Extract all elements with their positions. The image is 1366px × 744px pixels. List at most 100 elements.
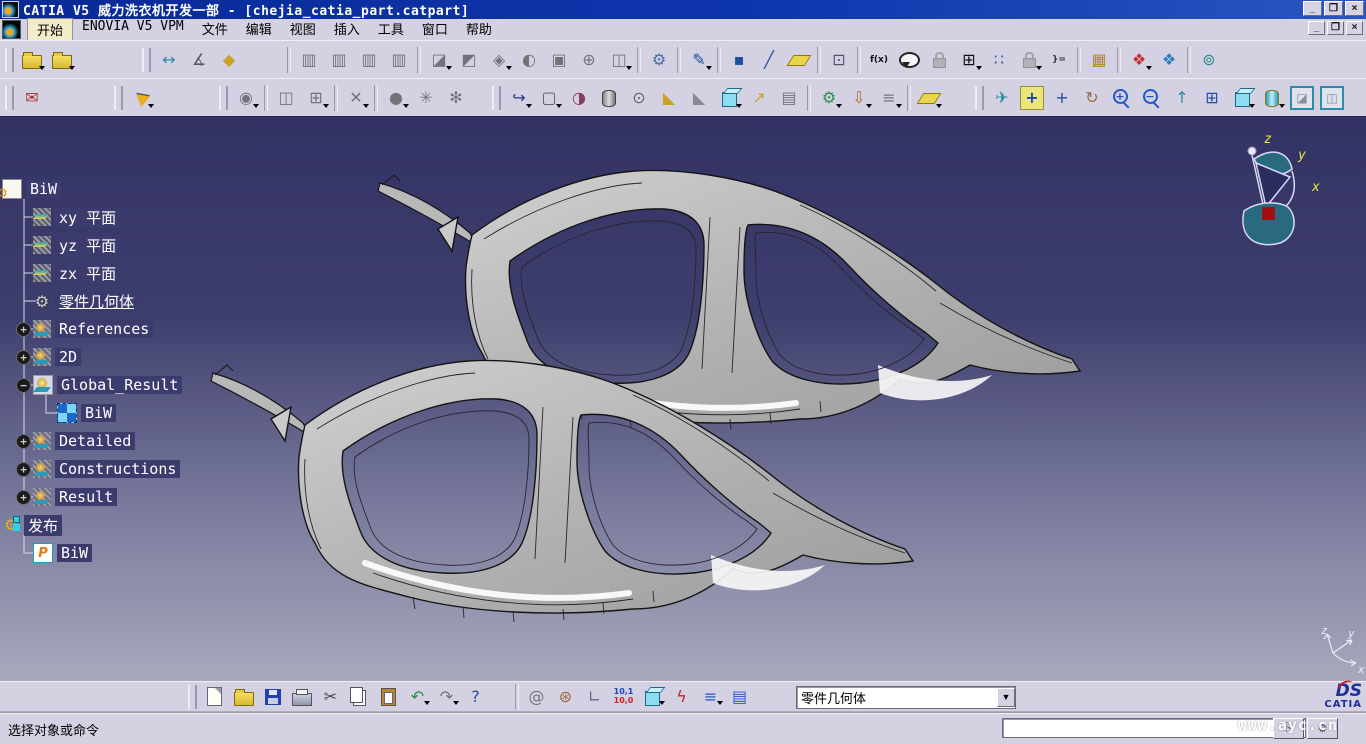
point-button[interactable]: ▪ [724, 45, 754, 75]
exit-workbench-button[interactable]: ↪ [504, 83, 534, 113]
tree-item-label[interactable]: Detailed [55, 432, 135, 450]
tree-item-biw[interactable]: BiW [0, 539, 250, 567]
send-to-ppr-button[interactable]: ✉ [17, 83, 47, 113]
dropdown-arrow-icon[interactable] [148, 104, 154, 111]
quad-view-button[interactable]: ⊞ [1197, 83, 1227, 113]
structure-list-button[interactable]: ≡ [696, 683, 725, 710]
expand-toggle[interactable]: + [16, 350, 31, 365]
fit-all-in-button[interactable]: + [1017, 83, 1047, 113]
dropdown-arrow-icon[interactable] [556, 104, 562, 111]
instantiate-button[interactable]: ⊚ [1194, 45, 1224, 75]
spray-visu-button[interactable]: ✳ [411, 83, 441, 113]
menu-item[interactable]: 编辑 [237, 18, 281, 41]
sketch-support-button[interactable]: ▢ [534, 83, 564, 113]
axis-system-button[interactable]: ∟ [580, 683, 609, 710]
pan-button[interactable]: + [1047, 83, 1077, 113]
expand-toggle[interactable]: + [16, 322, 31, 337]
measure-inertia-button[interactable]: ◆ [214, 45, 244, 75]
work-grid-button[interactable]: ⊞ [301, 83, 331, 113]
comment-button[interactable] [894, 45, 924, 75]
whats-this-help-button[interactable]: ? [461, 683, 490, 710]
dropdown-arrow-icon[interactable] [896, 104, 902, 111]
restore[interactable]: ❐ [1324, 1, 1343, 16]
open-catalog-button[interactable] [17, 45, 47, 75]
menu-item[interactable]: 窗口 [413, 18, 457, 41]
dropdown-arrow-icon[interactable] [736, 104, 742, 111]
dropdown-arrow-icon[interactable] [39, 66, 45, 73]
dropdown-arrow-icon[interactable] [866, 104, 872, 111]
spec-list-button[interactable]: ≡ [874, 83, 904, 113]
rotate-target-button[interactable]: ✕ [341, 83, 371, 113]
part-cube-button[interactable] [638, 683, 667, 710]
save-document-button[interactable] [258, 683, 287, 710]
tree-item-yz-平面[interactable]: yz 平面 [0, 231, 250, 259]
tree-item-label[interactable]: Result [55, 488, 117, 506]
normal-view-button[interactable]: ↑ [1167, 83, 1197, 113]
iso-view-button[interactable] [1227, 83, 1257, 113]
new-document-button[interactable] [200, 683, 229, 710]
toolbar-handle[interactable] [188, 685, 197, 709]
select-button[interactable] [126, 83, 156, 113]
zoom-out-button[interactable]: − [1137, 83, 1167, 113]
dropdown-arrow-icon[interactable] [1036, 66, 1042, 73]
toolbar-handle[interactable] [492, 86, 501, 110]
tree-item-label[interactable]: Global_Result [57, 376, 182, 394]
toolbar-handle[interactable] [5, 48, 14, 72]
part-wireframe-button[interactable]: ◑ [564, 83, 594, 113]
dropdown-arrow-icon[interactable] [936, 104, 942, 111]
import-export-button[interactable]: ⇩ [844, 83, 874, 113]
tree-item-constructions[interactable]: +Constructions [0, 455, 250, 483]
menu-item[interactable]: 文件 [193, 18, 237, 41]
fly-mode-button[interactable]: ✈ [987, 83, 1017, 113]
stacked-surfaces-button[interactable] [914, 83, 944, 113]
snap-coordinates-button[interactable]: 10,1 10,0 [609, 683, 638, 710]
surface-box-button[interactable]: ◫ [604, 45, 634, 75]
tree-item-biw[interactable]: BiW [0, 399, 250, 427]
visible-space-button[interactable]: ◫ [1317, 83, 1347, 113]
3d-viewport[interactable]: z y x z y x BiWxy 平面yz 平面zx 平面零件几何体+Refe… [0, 116, 1366, 682]
plane-button[interactable] [784, 45, 814, 75]
toolbar-handle[interactable] [142, 48, 151, 72]
dropdown-arrow-icon[interactable] [253, 104, 259, 111]
expand-toggle[interactable]: + [16, 462, 31, 477]
dropdown-arrow-icon[interactable] [1146, 66, 1152, 73]
surface-gray-button[interactable]: ◣ [684, 83, 714, 113]
undo-button[interactable]: ↶ [403, 683, 432, 710]
tree-item-label[interactable]: BiW [81, 404, 116, 422]
dropdown-arrow-icon[interactable] [323, 104, 329, 111]
catalog-edit-3-button[interactable]: ▥ [354, 45, 384, 75]
iso-box-button[interactable] [714, 83, 744, 113]
dropdown-arrow-icon[interactable] [717, 701, 723, 708]
surface-circular-button[interactable]: ⊕ [574, 45, 604, 75]
rotate-3d-button[interactable]: ↻ [1077, 83, 1107, 113]
tree-item-label[interactable]: 零件几何体 [55, 291, 138, 312]
tree-item-zx-平面[interactable]: zx 平面 [0, 259, 250, 287]
mdi-close[interactable]: × [1346, 21, 1363, 35]
dropdown-arrow-icon[interactable] [526, 104, 532, 111]
menu-item[interactable]: 插入 [325, 18, 369, 41]
tree-item-零件几何体[interactable]: 零件几何体 [0, 287, 250, 315]
surface-fill-button[interactable]: ◈ [484, 45, 514, 75]
tree-item-label[interactable]: 发布 [24, 515, 62, 536]
catalog-edit-1-button[interactable]: ▥ [294, 45, 324, 75]
minimize[interactable]: _ [1303, 1, 1322, 16]
workbench-logo-icon[interactable] [2, 20, 21, 39]
tree-item-global_result[interactable]: −Global_Result [0, 371, 250, 399]
hide-show-button[interactable]: ◪ [1287, 83, 1317, 113]
render-style-button[interactable] [1257, 83, 1287, 113]
toolbar-handle[interactable] [114, 86, 123, 110]
dropdown-arrow-icon[interactable] [403, 104, 409, 111]
dropdown-arrow-icon[interactable] [424, 701, 430, 708]
tree-item-biw[interactable]: BiW [0, 175, 250, 203]
surface-offset-button[interactable]: ◩ [454, 45, 484, 75]
relations-button[interactable]: ∷ [984, 45, 1014, 75]
surface-pattern-button[interactable]: ▣ [544, 45, 574, 75]
surface-sweep-button[interactable]: ◪ [424, 45, 454, 75]
workbench-combo[interactable]: 零件几何体 ▼ [796, 686, 1016, 709]
look-at-button[interactable]: ◉ [231, 83, 261, 113]
brush-visu-button[interactable]: ✻ [441, 83, 471, 113]
tree-item-label[interactable]: 2D [55, 348, 81, 366]
dropdown-arrow-icon[interactable] [659, 701, 665, 708]
redo-button[interactable]: ↷ [432, 683, 461, 710]
tree-item-label[interactable]: xy 平面 [55, 207, 120, 228]
